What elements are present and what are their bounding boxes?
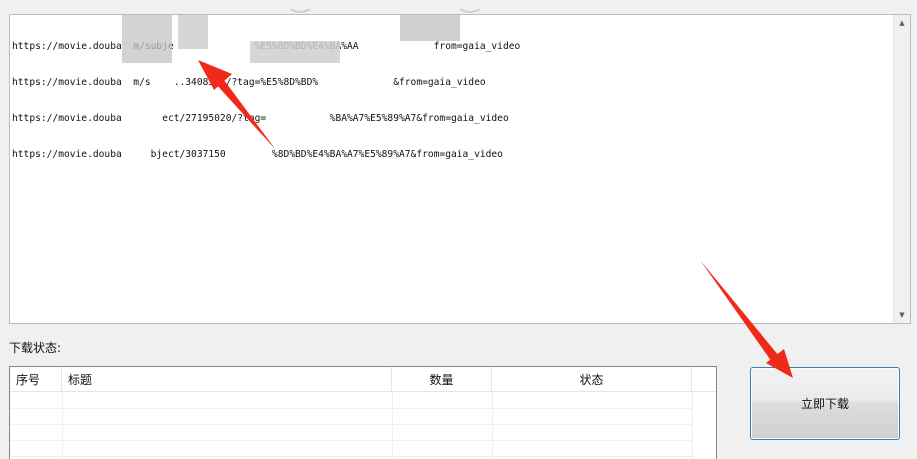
privacy-blur xyxy=(250,41,340,63)
column-header-index[interactable]: 序号 xyxy=(10,367,62,391)
column-header-title[interactable]: 标题 xyxy=(62,367,392,391)
url-textarea[interactable]: https://movie.douba m/subje %E5%8D%BD%E4… xyxy=(9,14,911,324)
column-divider xyxy=(492,391,493,459)
privacy-blur xyxy=(178,15,208,49)
download-status-label: 下载状态: xyxy=(9,341,62,355)
table-row[interactable] xyxy=(10,424,692,441)
url-line: https://movie.douba ect/27195020/?tag= %… xyxy=(12,113,509,124)
download-status-table[interactable]: 序号 标题 数量 状态 xyxy=(9,366,717,459)
column-header-status[interactable]: 状态 xyxy=(492,367,692,391)
column-header-filler xyxy=(692,367,716,391)
privacy-blur xyxy=(122,15,172,63)
scroll-up-arrow-icon[interactable]: ▲ xyxy=(894,15,910,31)
table-header: 序号 标题 数量 状态 xyxy=(10,367,716,392)
table-row[interactable] xyxy=(10,440,692,457)
table-row[interactable] xyxy=(10,392,692,409)
url-line: https://movie.douba m/s ..3408581/?tag=%… xyxy=(12,77,486,88)
table-row[interactable] xyxy=(10,408,692,425)
download-now-button[interactable]: 立即下载 xyxy=(750,367,900,440)
privacy-blur xyxy=(400,15,460,41)
scroll-down-arrow-icon[interactable]: ▼ xyxy=(894,307,910,323)
column-header-count[interactable]: 数量 xyxy=(392,367,492,391)
column-divider xyxy=(392,391,393,459)
column-divider xyxy=(692,391,693,459)
url-line: https://movie.douba bject/3037150 %8D%BD… xyxy=(12,149,503,160)
vertical-scrollbar[interactable]: ▲ ▼ xyxy=(893,15,910,323)
top-edge-fragment xyxy=(289,0,481,13)
column-divider xyxy=(62,391,63,459)
